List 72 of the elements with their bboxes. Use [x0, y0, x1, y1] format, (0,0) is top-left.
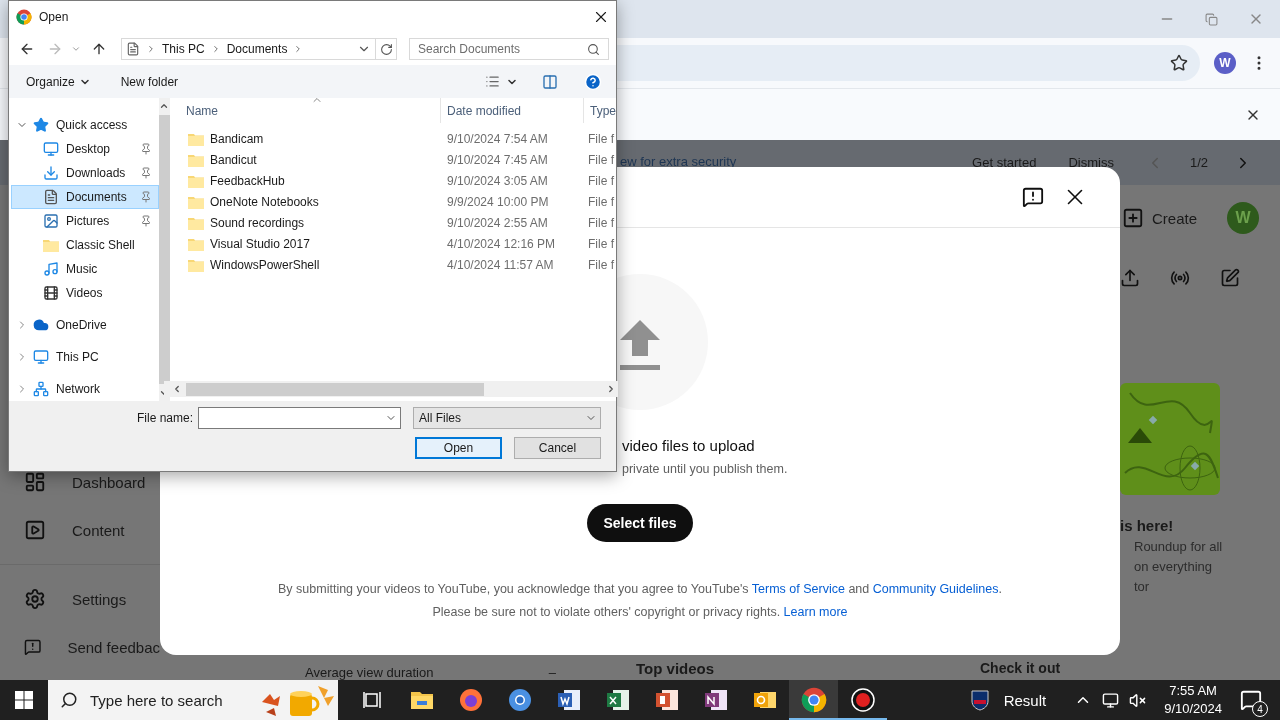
tree-item[interactable]: OneDrive [11, 313, 159, 337]
promo-text: tor [1133, 579, 1151, 594]
promo-text: on everything [1133, 559, 1214, 574]
file-name[interactable]: FeedbackHub [210, 173, 285, 188]
file-type-select[interactable]: All Files [413, 407, 601, 429]
toolbar-button[interactable]: New folder [120, 74, 179, 89]
date-cell-text: 9/10/2024 2:55 AM [446, 215, 549, 230]
type-cell-text: File f [587, 257, 615, 272]
date-cell-text: 4/10/2024 11:57 AM [446, 257, 555, 272]
promo-title: is here! [1120, 517, 1175, 534]
search-field[interactable]: Search Documents [409, 38, 609, 60]
file-name[interactable]: Bandicut [210, 152, 257, 167]
sidebar-item[interactable]: Content [0, 506, 160, 554]
tree-item[interactable]: This PC [11, 345, 159, 369]
notification-count: 4 [1252, 701, 1268, 717]
toolbar-button[interactable]: Organize [26, 74, 91, 89]
breadcrumb[interactable]: This PC [162, 42, 205, 56]
file-name[interactable]: Visual Studio 2017 [210, 236, 310, 251]
date-cell-text: 4/10/2024 12:16 PM [446, 236, 557, 251]
file-name[interactable]: Bandicam [210, 131, 264, 146]
address-field[interactable]: This PC Documents [121, 38, 397, 60]
tree-item[interactable]: Quick access [11, 113, 159, 137]
date-cell-text: 9/10/2024 3:05 AM [446, 173, 549, 188]
privacy-note: private until you publish them. [622, 462, 788, 476]
create-button[interactable]: Create [1122, 207, 1198, 229]
breadcrumb[interactable]: Documents [226, 42, 288, 56]
link[interactable]: Terms of Service [751, 582, 845, 596]
file-name[interactable]: OneNote Notebooks [210, 194, 319, 209]
column-header[interactable]: Name [164, 98, 441, 123]
column-header[interactable]: Type [584, 98, 618, 123]
field-label: File name: [136, 411, 193, 425]
dialog-button[interactable]: Cancel [514, 437, 601, 459]
sidebar-item[interactable]: Dashboard [0, 458, 160, 506]
type-cell-text: File f [587, 236, 615, 251]
type-cell-text: File f [587, 131, 615, 146]
profile-avatar[interactable]: W [1214, 52, 1236, 74]
column-header[interactable]: Date modified [441, 98, 584, 123]
tree-item[interactable]: Documents [11, 185, 159, 209]
page-counter: 1/2 [1189, 155, 1208, 170]
tree-item[interactable]: Desktop [11, 137, 159, 161]
tree-item[interactable]: Classic Shell [11, 233, 159, 257]
tree-item[interactable]: Downloads [11, 161, 159, 185]
sidebar-item[interactable]: Settings [0, 575, 160, 623]
terms-text: By submitting your videos to YouTube, you acknowledge that you agree to YouTube's Terms of Service and Community Guidelines. [278, 582, 1002, 596]
date-cell-text: 9/10/2024 7:54 AM [446, 131, 549, 146]
file-name[interactable]: Sound recordings [210, 215, 305, 230]
file-name[interactable]: WindowsPowerShell [210, 257, 320, 272]
section-title: Top videos [636, 659, 716, 677]
metric-label: Average view duration [305, 665, 434, 680]
date-cell-text: 9/9/2024 10:00 PM [446, 194, 550, 209]
link[interactable]: Learn more [783, 605, 848, 619]
check-it-out-link[interactable]: Check it out [980, 659, 1061, 676]
tree-item[interactable]: Videos [11, 281, 159, 305]
clock[interactable]: 7:55 AM 9/10/2024 [1164, 682, 1222, 718]
promo-text: Roundup for all [1133, 539, 1224, 554]
type-cell-text: File f [587, 194, 615, 209]
date-cell-text: 9/10/2024 7:45 AM [446, 152, 549, 167]
weather-widget[interactable]: Result [1003, 691, 1047, 709]
dialog-button[interactable]: Open [415, 437, 502, 459]
copyright-notice: Please be sure not to violate others' copyright or privacy rights. Learn more [432, 605, 848, 619]
tree-item[interactable]: Network [11, 377, 159, 401]
dialog-title: Open [39, 10, 69, 24]
tree-item[interactable]: Pictures [11, 209, 159, 233]
banner-text: ew for extra security [620, 154, 737, 169]
type-cell-text: File f [587, 173, 615, 188]
type-cell-text: File f [587, 215, 615, 230]
select-files-button[interactable]: Select files [587, 504, 693, 542]
sidebar-item[interactable]: Send feedbac [0, 623, 160, 671]
metric-value: – [548, 665, 556, 680]
tree-item[interactable]: Music [11, 257, 159, 281]
upload-prompt: video files to upload [622, 437, 755, 454]
type-cell-text: File f [587, 152, 615, 167]
